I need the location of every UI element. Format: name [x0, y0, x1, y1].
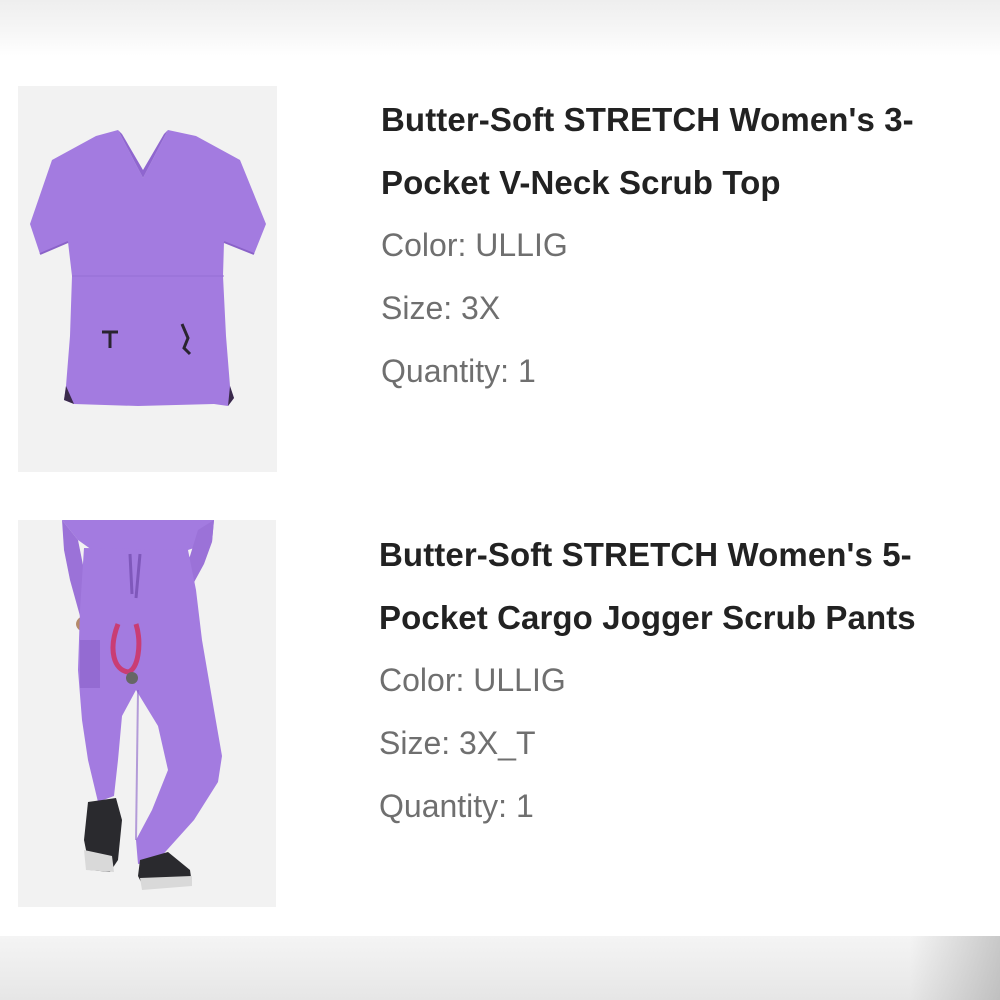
- product-title[interactable]: Butter-Soft STRETCH Women's 5- Pocket Ca…: [379, 523, 989, 649]
- item-color: Color: ULLIG: [379, 662, 566, 698]
- top-edge-shadow: [0, 0, 1000, 56]
- product-title[interactable]: Butter-Soft STRETCH Women's 3- Pocket V-…: [381, 88, 991, 214]
- product-title-line-2: Pocket Cargo Jogger Scrub Pants: [379, 599, 916, 636]
- product-title-line-2: Pocket V-Neck Scrub Top: [381, 164, 781, 201]
- bottom-edge-shadow: [0, 936, 1000, 1000]
- item-color: Color: ULLIG: [381, 227, 568, 263]
- product-image-jogger-pants[interactable]: [18, 520, 276, 907]
- order-item: Butter-Soft STRETCH Women's 5- Pocket Ca…: [0, 520, 1000, 907]
- product-title-line-1: Butter-Soft STRETCH Women's 5-: [379, 536, 912, 573]
- item-size: Size: 3X: [381, 290, 501, 326]
- product-image-scrub-top[interactable]: [18, 86, 277, 472]
- order-item: Butter-Soft STRETCH Women's 3- Pocket V-…: [0, 86, 1000, 472]
- item-quantity: Quantity: 1: [381, 353, 536, 389]
- item-quantity: Quantity: 1: [379, 788, 534, 824]
- product-title-line-1: Butter-Soft STRETCH Women's 3-: [381, 101, 914, 138]
- item-details: Butter-Soft STRETCH Women's 5- Pocket Ca…: [379, 520, 989, 838]
- item-size: Size: 3X_T: [379, 725, 536, 761]
- item-details: Butter-Soft STRETCH Women's 3- Pocket V-…: [381, 86, 991, 403]
